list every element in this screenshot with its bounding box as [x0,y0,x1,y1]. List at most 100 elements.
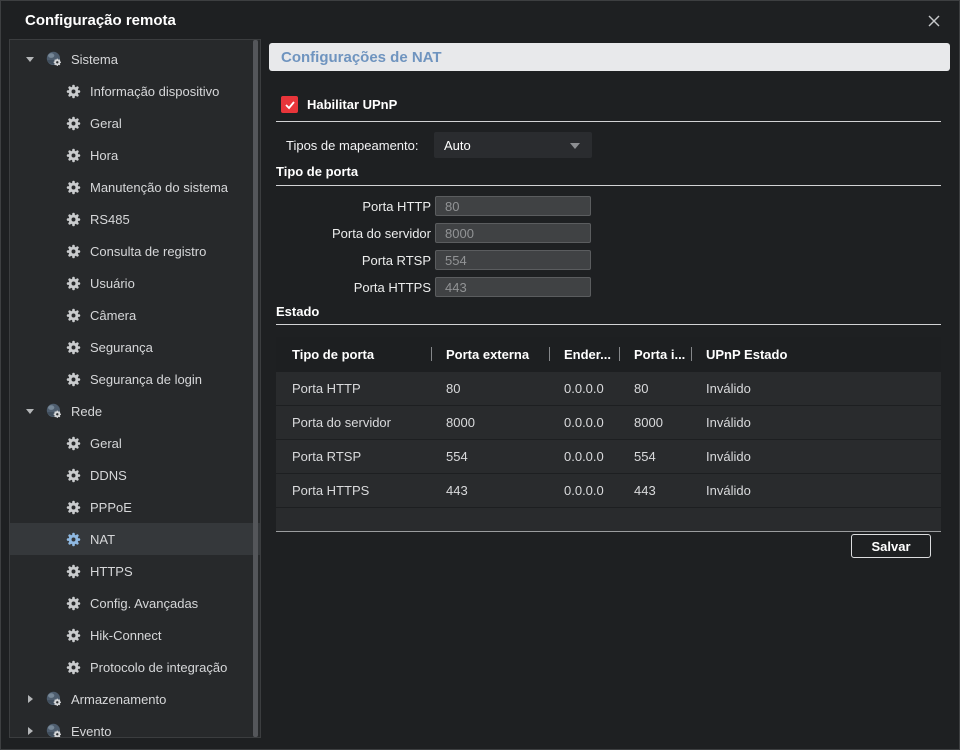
gear-icon [66,436,81,451]
table-header-row: Tipo de portaPorta externaEnder...Porta … [276,337,941,371]
table-cell: 0.0.0.0 [549,381,619,396]
table-cell: 8000 [619,415,691,430]
porta-rtsp-label: Porta RTSP [276,253,431,268]
sidebar-item-label: Câmera [90,308,136,323]
expand-arrow-icon[interactable] [26,726,36,736]
category-globe-gear-icon [46,723,62,738]
sidebar-item-label: Geral [90,436,122,451]
sidebar-item-label: Informação dispositivo [90,84,219,99]
table-cell: Porta HTTPS [276,483,431,498]
column-separator [691,347,692,361]
table-cell: Inválido [691,449,941,464]
category-globe-gear-icon [46,691,62,707]
sidebar-item-seguranca[interactable]: Segurança [10,331,260,363]
collapse-arrow-icon[interactable] [26,406,36,416]
sidebar-item-hik-connect[interactable]: Hik-Connect [10,619,260,651]
porta-http-input[interactable] [435,196,591,216]
table-cell: 443 [431,483,549,498]
sidebar-item-hora[interactable]: Hora [10,139,260,171]
sidebar-item-manutencao-do-sistema[interactable]: Manutenção do sistema [10,171,260,203]
sidebar-item-label: DDNS [90,468,127,483]
port-field-row: Porta do servidor [276,223,591,243]
gear-icon [66,244,81,259]
sidebar-item-rede[interactable]: Rede [10,395,260,427]
port-field-row: Porta HTTP [276,196,591,216]
gear-icon [66,500,81,515]
table-cell: 554 [619,449,691,464]
sidebar-item-label: Segurança de login [90,372,202,387]
upnp-checkbox-label: Habilitar UPnP [307,97,397,112]
column-separator [431,347,432,361]
sidebar-item-usuario[interactable]: Usuário [10,267,260,299]
column-header-porta-i[interactable]: Porta i... [619,347,691,362]
table-cell: Porta do servidor [276,415,431,430]
gear-icon [66,532,81,547]
porta-do-servidor-input[interactable] [435,223,591,243]
remote-config-dialog: Configuração remota Sistema Informação di… [0,0,960,750]
port-field-row: Porta RTSP [276,250,591,270]
upnp-checkbox[interactable] [281,96,298,113]
gear-icon [66,596,81,611]
sidebar-item-config-avancadas[interactable]: Config. Avançadas [10,587,260,619]
enable-upnp-row[interactable]: Habilitar UPnP [281,96,397,113]
table-cell: Inválido [691,483,941,498]
column-header-porta-externa[interactable]: Porta externa [431,347,549,362]
sidebar-item-consulta-de-registro[interactable]: Consulta de registro [10,235,260,267]
table-cell: 0.0.0.0 [549,415,619,430]
save-button[interactable]: Salvar [851,534,931,558]
mapping-type-dropdown[interactable]: Auto [434,132,592,158]
porta-https-label: Porta HTTPS [276,280,431,295]
sidebar-item-camera[interactable]: Câmera [10,299,260,331]
section-header: Configurações de NAT [269,43,950,71]
sidebar-item-geral[interactable]: Geral [10,107,260,139]
dialog-title: Configuração remota [25,12,176,29]
sidebar-item-sistema[interactable]: Sistema [10,43,260,75]
porta-do-servidor-label: Porta do servidor [276,226,431,241]
gear-icon [66,372,81,387]
column-header-upnp-estado[interactable]: UPnP Estado [691,347,941,362]
sidebar-item-https[interactable]: HTTPS [10,555,260,587]
gear-icon [66,180,81,195]
table-row[interactable]: Porta HTTP800.0.0.080Inválido [276,371,941,405]
sidebar-item-label: Manutenção do sistema [90,180,228,195]
sidebar-item-armazenamento[interactable]: Armazenamento [10,683,260,715]
sidebar-item-nat[interactable]: NAT [10,523,260,555]
upnp-status-table: Tipo de portaPorta externaEnder...Porta … [276,337,941,532]
sidebar-item-pppoe[interactable]: PPPoE [10,491,260,523]
column-header-tipo-de-porta[interactable]: Tipo de porta [276,347,431,362]
table-cell: Inválido [691,381,941,396]
porta-https-input[interactable] [435,277,591,297]
sidebar-item-ddns[interactable]: DDNS [10,459,260,491]
divider [276,324,941,325]
table-row[interactable]: Porta do servidor80000.0.0.08000Inválido [276,405,941,439]
port-field-row: Porta HTTPS [276,277,591,297]
column-separator [619,347,620,361]
gear-icon [66,148,81,163]
sidebar-item-label: Evento [71,724,111,739]
sidebar-item-seguranca-de-login[interactable]: Segurança de login [10,363,260,395]
table-cell: Inválido [691,415,941,430]
gear-icon [66,468,81,483]
collapse-arrow-icon[interactable] [26,54,36,64]
porta-rtsp-input[interactable] [435,250,591,270]
sidebar-item-evento[interactable]: Evento [10,715,260,738]
sidebar-item-label: Usuário [90,276,135,291]
sidebar-item-geral[interactable]: Geral [10,427,260,459]
sidebar-item-label: Consulta de registro [90,244,206,259]
gear-icon [66,340,81,355]
column-header-ender[interactable]: Ender... [549,347,619,362]
expand-arrow-icon[interactable] [26,694,36,704]
table-cell: 8000 [431,415,549,430]
port-type-heading: Tipo de porta [276,164,358,179]
sidebar-item-label: Segurança [90,340,153,355]
sidebar-item-label: NAT [90,532,115,547]
table-row[interactable]: Porta HTTPS4430.0.0.0443Inválido [276,473,941,507]
table-cell: 0.0.0.0 [549,483,619,498]
table-row[interactable]: Porta RTSP5540.0.0.0554Inválido [276,439,941,473]
sidebar-scrollbar[interactable] [253,40,258,737]
sidebar-item-informacao-dispositivo[interactable]: Informação dispositivo [10,75,260,107]
sidebar-item-rs485[interactable]: RS485 [10,203,260,235]
sidebar-item-label: Hora [90,148,118,163]
mapping-type-label: Tipos de mapeamento: [286,138,418,153]
sidebar-item-protocolo-de-integracao[interactable]: Protocolo de integração [10,651,260,683]
